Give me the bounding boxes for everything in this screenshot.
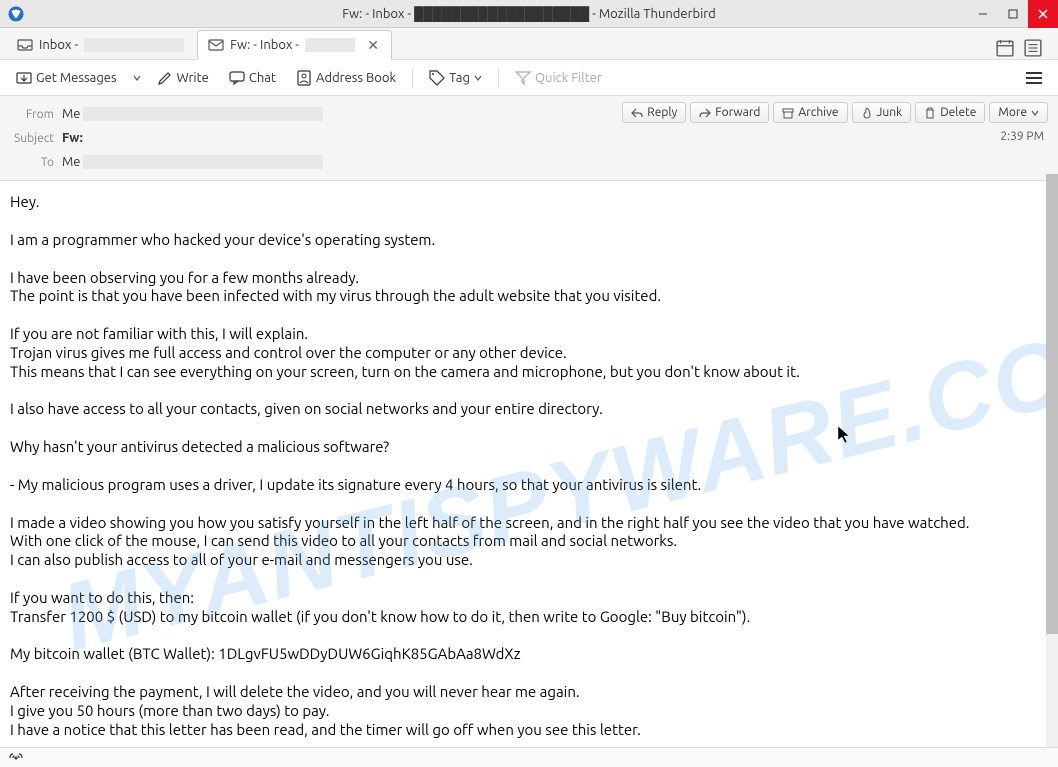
tab-label: Inbox -	[39, 38, 78, 52]
to-label: To	[10, 156, 62, 169]
window-titlebar: Fw: - Inbox - ███████████████████ - Mozi…	[0, 0, 1058, 28]
tab-inbox[interactable]: Inbox -	[6, 30, 195, 59]
redacted-area	[83, 107, 323, 121]
body-paragraph: I also have access to all your contacts,…	[10, 400, 1048, 419]
get-messages-dropdown[interactable]	[129, 70, 145, 86]
reply-icon	[631, 107, 643, 119]
chat-icon	[229, 70, 245, 86]
body-paragraph: I am a programmer who hacked your device…	[10, 231, 1048, 250]
get-messages-button[interactable]: Get Messages	[8, 66, 125, 90]
address-book-button[interactable]: Address Book	[288, 66, 404, 90]
app-menu-button[interactable]	[1018, 67, 1050, 89]
body-paragraph: Hey.	[10, 193, 1048, 212]
maximize-button[interactable]	[998, 0, 1028, 28]
forward-icon	[699, 107, 711, 119]
body-paragraph: If you are not familiar with this, I wil…	[10, 325, 1048, 381]
subject-value: Fw:	[62, 131, 1048, 145]
tab-message[interactable]: Fw: - Inbox - ✕	[197, 30, 392, 60]
body-paragraph: - My malicious program uses a driver, I …	[10, 476, 1048, 495]
envelope-icon	[208, 37, 224, 53]
write-button[interactable]: Write	[149, 66, 217, 90]
subject-label: Subject	[10, 132, 62, 145]
tasks-icon[interactable]	[1024, 39, 1044, 59]
body-paragraph: After receiving the payment, I will dele…	[10, 683, 1048, 739]
body-paragraph: I made a video showing you how you satis…	[10, 514, 1048, 570]
activity-icon	[8, 752, 24, 764]
body-paragraph: My bitcoin wallet (BTC Wallet): 1DLgvFU5…	[10, 645, 1048, 664]
to-value[interactable]: Me	[62, 155, 1048, 170]
body-paragraph: I have been observing you for a few mont…	[10, 269, 1048, 307]
toolbar-separator	[498, 68, 499, 88]
thunderbird-logo-icon	[6, 4, 26, 24]
archive-button[interactable]: Archive	[773, 102, 847, 123]
scrollbar-thumb[interactable]	[1046, 174, 1058, 634]
tab-bar: Inbox - Fw: - Inbox - ✕	[0, 28, 1058, 60]
filter-icon	[515, 70, 531, 86]
minimize-button[interactable]	[968, 0, 998, 28]
more-button[interactable]: More	[989, 102, 1048, 123]
redacted-area	[83, 155, 323, 169]
download-cloud-icon	[16, 70, 32, 86]
delete-button[interactable]: Delete	[915, 102, 985, 123]
redacted-area	[84, 38, 184, 52]
chevron-down-icon	[1031, 109, 1039, 117]
address-book-icon	[296, 70, 312, 86]
reply-button[interactable]: Reply	[622, 102, 686, 123]
scrollbar-track[interactable]	[1046, 174, 1058, 747]
inbox-icon	[17, 37, 33, 53]
main-toolbar: Get Messages Write Chat Address Book Tag…	[0, 60, 1058, 96]
pencil-icon	[157, 70, 173, 86]
flame-icon	[861, 107, 873, 119]
message-body: MYANTISPYWARE.COM Hey. I am a programmer…	[0, 181, 1058, 754]
message-time: 2:39 PM	[1000, 130, 1044, 143]
body-paragraph: Why hasn't your antivirus detected a mal…	[10, 438, 1048, 457]
quick-filter-button[interactable]: Quick Filter	[507, 66, 610, 90]
status-bar	[0, 747, 1058, 767]
tag-button[interactable]: Tag	[421, 66, 490, 90]
body-paragraph: If you want to do this, then: Transfer 1…	[10, 589, 1048, 627]
junk-button[interactable]: Junk	[852, 102, 912, 123]
toolbar-separator	[412, 68, 413, 88]
forward-button[interactable]: Forward	[690, 102, 769, 123]
message-header: Reply Forward Archive Junk Delete More F…	[0, 96, 1058, 181]
redacted-area	[305, 38, 355, 52]
chevron-down-icon	[474, 74, 482, 82]
window-title: Fw: - Inbox - ███████████████████ - Mozi…	[0, 6, 1058, 21]
close-button[interactable]	[1028, 0, 1058, 28]
tab-close-icon[interactable]: ✕	[365, 37, 381, 53]
archive-icon	[782, 107, 794, 119]
tag-icon	[429, 70, 445, 86]
from-label: From	[10, 108, 62, 121]
tab-label: Fw: - Inbox -	[230, 38, 299, 52]
chat-button[interactable]: Chat	[221, 66, 284, 90]
calendar-icon[interactable]	[996, 39, 1016, 59]
trash-icon	[924, 107, 936, 119]
